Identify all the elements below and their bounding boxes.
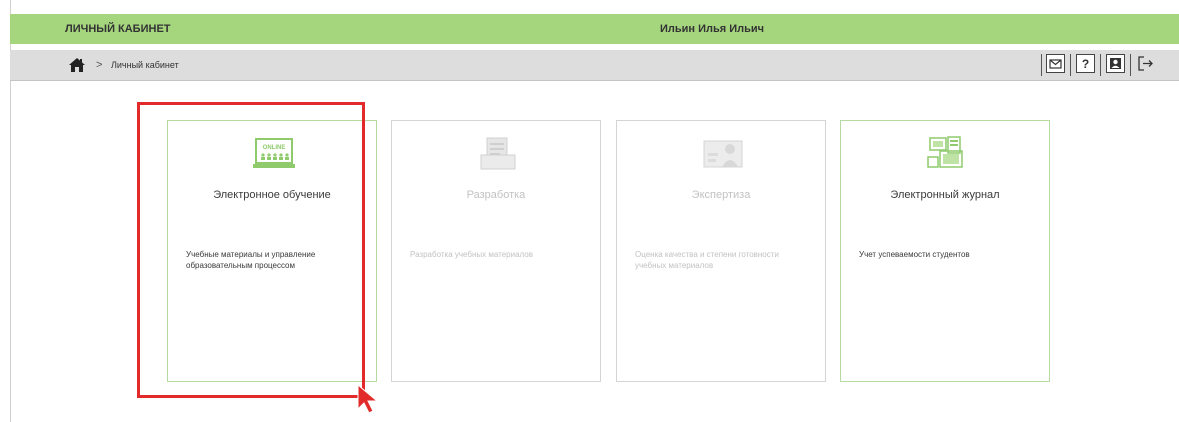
help-icon[interactable]: ? xyxy=(1076,54,1095,73)
card-description: Учет успеваемости студентов xyxy=(859,250,970,259)
page-title: ЛИЧНЫЙ КАБИНЕТ xyxy=(65,23,171,35)
card-e-learning[interactable]: ONLINE Электронное обучение Учебные мате… xyxy=(167,120,377,382)
toolbar-divider xyxy=(1100,54,1101,76)
profile-icon[interactable] xyxy=(1106,54,1125,73)
card-description: Оценка качества и степени готовности уче… xyxy=(635,250,779,270)
online-laptop-icon: ONLINE xyxy=(251,135,297,175)
home-icon[interactable] xyxy=(68,57,86,73)
development-icon xyxy=(475,135,521,175)
card-title: Разработка xyxy=(466,189,526,201)
online-icon-text: ONLINE xyxy=(263,145,286,151)
toolbar-divider xyxy=(1041,54,1042,76)
card-description: Учебные материалы и управление образоват… xyxy=(186,250,316,270)
svg-text:?: ? xyxy=(1082,57,1089,71)
card-description: Разработка учебных материалов xyxy=(410,250,533,259)
top-header-bar: ЛИЧНЫЙ КАБИНЕТ Ильин Илья Ильич xyxy=(10,14,1179,44)
card-e-journal[interactable]: Электронный журнал Учет успеваемости сту… xyxy=(840,120,1050,382)
card-title: Экспертиза xyxy=(691,189,751,201)
mouse-cursor-icon xyxy=(355,383,385,417)
card-expertise[interactable]: Экспертиза Оценка качества и степени гот… xyxy=(616,120,826,382)
toolbar-divider xyxy=(1130,54,1131,76)
breadcrumb-bar: > Личный кабинет ? xyxy=(10,50,1179,81)
expertise-icon xyxy=(700,135,746,175)
user-name: Ильин Илья Ильич xyxy=(660,23,765,35)
card-title: Электронное обучение xyxy=(213,189,331,201)
e-journal-icon xyxy=(924,135,970,175)
card-development[interactable]: Разработка Разработка учебных материалов xyxy=(391,120,601,382)
toolbar-divider xyxy=(1070,54,1071,76)
breadcrumb-separator: > xyxy=(96,59,103,71)
breadcrumb-current: Личный кабинет xyxy=(111,60,179,70)
logout-icon[interactable] xyxy=(1136,54,1155,73)
mail-icon[interactable] xyxy=(1046,54,1065,73)
card-title: Электронный журнал xyxy=(890,189,1000,201)
